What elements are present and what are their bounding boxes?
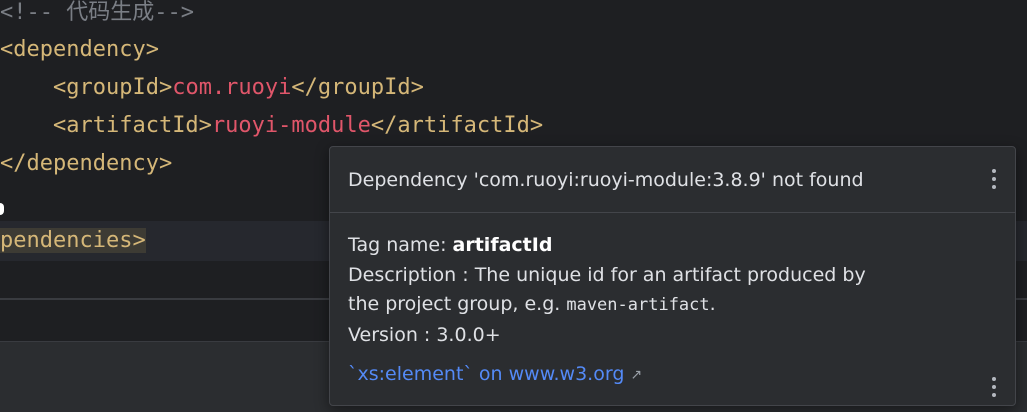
more-options-icon[interactable]	[984, 167, 1004, 191]
xml-text-value: com.ruoyi	[172, 75, 292, 100]
xml-tag: </artifactId>	[370, 113, 544, 138]
code-line-artifactid[interactable]: <artifactId>ruoyi-module</artifactId>	[0, 107, 543, 145]
external-link-icon: ↗	[630, 367, 643, 383]
editor-window: <!-- 代码生成--> <dependency> <groupId>com.r…	[0, 0, 1027, 412]
code-line-dependencies-close[interactable]: pendencies>	[0, 222, 146, 260]
description-text: .	[709, 293, 716, 315]
xml-tag: <artifactId>	[52, 113, 212, 138]
description-line-2: the project group, e.g. maven-artifact.	[348, 290, 988, 321]
xml-tag: </dependency>	[0, 151, 173, 176]
gutter-marker	[0, 203, 4, 215]
version-row: Version : 3.0.0+	[348, 323, 501, 346]
xml-tag: <dependency>	[0, 37, 159, 62]
external-doc-link[interactable]: `xs:element` on www.w3.org ↗	[348, 361, 642, 388]
matched-tag-highlight: pendencies>	[0, 228, 146, 253]
tag-name-value: artifactId	[452, 234, 553, 256]
tag-name-row: Tag name: artifactId	[348, 231, 988, 261]
code-line-groupid[interactable]: <groupId>com.ruoyi</groupId>	[0, 69, 424, 107]
more-options-icon[interactable]	[984, 375, 1004, 399]
xml-comment: <!-- 代码生成-->	[0, 0, 194, 25]
tag-name-label: Tag name:	[348, 234, 453, 256]
code-line-dependency-close[interactable]: </dependency>	[0, 145, 172, 183]
description-text: the project group, e.g.	[348, 293, 567, 315]
description-line-1: Description : The unique id for an artif…	[348, 263, 866, 286]
code-line-comment[interactable]: <!-- 代码生成-->	[0, 0, 194, 32]
code-line-dependency-open[interactable]: <dependency>	[0, 31, 159, 69]
popup-header: Dependency 'com.ruoyi:ruoyi-module:3.8.9…	[330, 147, 1015, 213]
documentation-popup: Dependency 'com.ruoyi:ruoyi-module:3.8.9…	[329, 146, 1016, 406]
doc-link-text[interactable]: `xs:element` on www.w3.org	[348, 363, 624, 385]
xml-tag: <groupId>	[52, 75, 173, 100]
popup-body: Tag name: artifactId Description : The u…	[348, 231, 988, 350]
xml-text-value: ruoyi-module	[211, 113, 371, 138]
description-code: maven-artifact	[566, 295, 710, 315]
popup-error-title: Dependency 'com.ruoyi:ruoyi-module:3.8.9…	[348, 169, 864, 191]
xml-tag: </groupId>	[291, 75, 424, 100]
